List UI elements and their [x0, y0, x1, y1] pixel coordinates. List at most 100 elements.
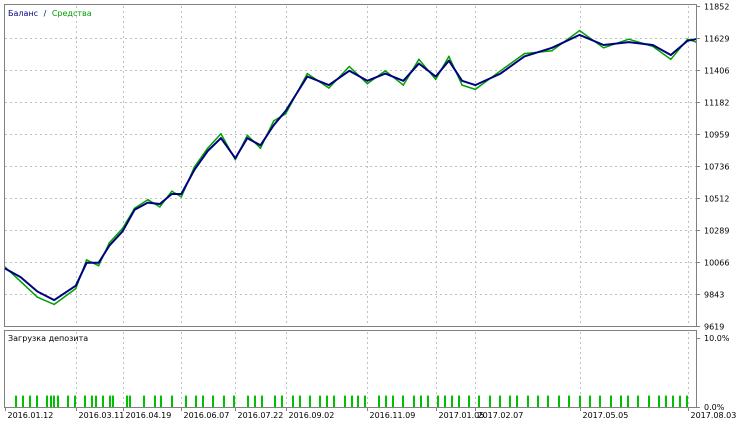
deposit-load-bar	[29, 395, 31, 407]
series-point	[108, 241, 111, 244]
deposit-load-bar	[84, 395, 86, 407]
deposit-load-bar	[558, 395, 560, 407]
legend-separator: /	[44, 9, 47, 18]
deposit-load-bar	[579, 395, 581, 407]
deposit-load-bar	[458, 395, 460, 407]
deposit-load-bar	[444, 395, 446, 407]
series-point	[366, 80, 369, 82]
series-point	[246, 137, 249, 139]
legend-balance-label: Баланс	[8, 9, 38, 18]
series-point	[628, 41, 630, 43]
series-point	[474, 88, 477, 91]
legend-equity-label: Средства	[52, 9, 92, 18]
series-point	[159, 203, 161, 205]
series-point	[246, 134, 249, 137]
deposit-load-bar	[326, 395, 328, 407]
price-tick-label: 10512	[704, 195, 729, 204]
deposit-load-bar	[451, 395, 453, 407]
deposit-load-bar	[185, 395, 187, 407]
price-tick-label: 10289	[704, 227, 729, 236]
series-point	[670, 58, 672, 61]
price-tick-label: 11629	[704, 35, 729, 44]
series-point	[499, 70, 502, 72]
series-point	[133, 209, 136, 211]
series-point	[85, 262, 88, 264]
chart-background	[0, 0, 744, 424]
deposit-load-bar	[129, 395, 131, 407]
deposit-load-bar	[413, 395, 415, 407]
series-point	[652, 44, 654, 46]
price-tick-label: 10066	[704, 259, 729, 268]
series-point	[434, 78, 437, 81]
series-point	[97, 264, 100, 267]
deposit-load-bar	[499, 395, 501, 407]
time-tick-label: 2017.08.03	[691, 411, 737, 420]
time-tick-label: 2017.02.07	[478, 411, 524, 420]
deposit-load-bar	[658, 395, 660, 407]
series-point	[36, 296, 39, 299]
deposit-load-bar	[478, 395, 480, 407]
series-point	[328, 84, 330, 86]
series-point	[448, 55, 450, 58]
series-point	[578, 29, 581, 32]
price-tick-label: 10736	[704, 163, 729, 172]
deposit-load-bar	[333, 395, 335, 407]
deposit-load-bar	[648, 395, 650, 407]
deposit-load-bar	[160, 395, 162, 407]
deposit-load-bar	[589, 395, 591, 407]
deposit-load-bar	[679, 395, 681, 407]
deposit-load-bar	[109, 395, 111, 407]
deposit-load-bar	[468, 395, 470, 407]
series-point	[159, 206, 161, 208]
price-tick-label: 11852	[704, 3, 729, 12]
series-point	[448, 59, 450, 62]
series-point	[53, 303, 55, 306]
series-point	[220, 133, 222, 135]
series-point	[180, 193, 183, 195]
time-tick-label: 2017.05.05	[583, 411, 629, 420]
time-tick-label: 2016.04.19	[126, 411, 172, 420]
deposit-load-bar	[309, 395, 311, 407]
deposit-load-bar	[57, 395, 59, 407]
series-point	[259, 144, 262, 147]
series-point	[366, 82, 369, 85]
series-point	[402, 80, 405, 82]
deposit-load-bar	[344, 395, 346, 407]
series-point	[75, 284, 77, 287]
price-tick-label: 9619	[704, 323, 724, 332]
deposit-load-bar	[233, 395, 235, 407]
series-point	[384, 70, 387, 72]
deposit-load-bar	[95, 395, 97, 407]
deposit-load-bar	[672, 395, 674, 407]
deposit-load-bar	[46, 395, 48, 407]
price-tick-label: 11406	[704, 67, 729, 76]
deposit-load-title: Загрузка депозита	[8, 334, 88, 343]
series-point	[578, 34, 581, 36]
deposit-load-bar	[281, 395, 283, 407]
time-tick-label: 2016.01.12	[8, 411, 54, 420]
deposit-load-bar	[274, 395, 276, 407]
load-tick-label: 10.0%	[704, 334, 730, 343]
deposit-load-bar	[254, 395, 256, 407]
deposit-load-bar	[292, 395, 294, 407]
series-point	[85, 259, 88, 261]
deposit-load-bar	[627, 395, 629, 407]
series-point	[147, 198, 149, 201]
series-point	[147, 201, 149, 204]
deposit-load-bar	[620, 395, 622, 407]
series-point	[434, 75, 437, 78]
deposit-load-bar	[195, 395, 197, 407]
deposit-load-bar	[50, 395, 52, 407]
series-point	[602, 44, 605, 46]
price-tick-label: 9843	[704, 291, 724, 300]
time-tick-label: 2016.09.02	[289, 411, 335, 420]
deposit-load-bar	[22, 395, 24, 407]
deposit-load-bar	[67, 395, 69, 407]
deposit-load-bar	[53, 395, 55, 407]
series-point	[272, 120, 275, 122]
series-point	[402, 84, 405, 86]
series-point	[75, 287, 77, 290]
deposit-load-bar	[547, 395, 549, 407]
time-tick-label: 2016.11.09	[370, 411, 416, 420]
series-point	[220, 137, 222, 139]
